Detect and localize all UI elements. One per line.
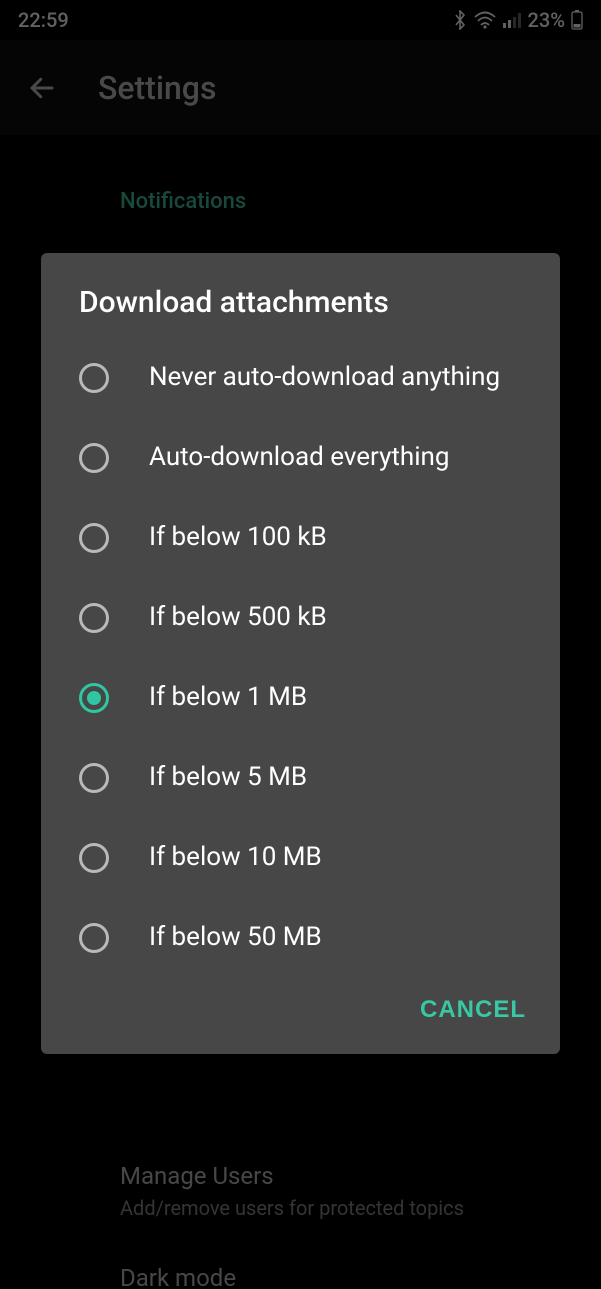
radio-icon[interactable] bbox=[79, 683, 109, 713]
dialog-options: Never auto-download anything Auto-downloa… bbox=[41, 338, 560, 978]
cancel-button[interactable]: CANCEL bbox=[420, 996, 526, 1024]
dialog-title: Download attachments bbox=[41, 285, 560, 338]
dialog-option[interactable]: If below 5 MB bbox=[45, 738, 556, 818]
option-label: Never auto-download anything bbox=[149, 361, 522, 395]
dialog-option[interactable]: If below 50 MB bbox=[45, 898, 556, 978]
option-label: If below 10 MB bbox=[149, 841, 522, 875]
dialog-actions: CANCEL bbox=[41, 978, 560, 1054]
dialog-option[interactable]: If below 10 MB bbox=[45, 818, 556, 898]
option-label: If below 100 kB bbox=[149, 521, 522, 555]
option-label: If below 500 kB bbox=[149, 601, 522, 635]
dialog-option[interactable]: If below 1 MB bbox=[45, 658, 556, 738]
radio-icon[interactable] bbox=[79, 763, 109, 793]
option-label: If below 1 MB bbox=[149, 681, 522, 715]
radio-icon[interactable] bbox=[79, 443, 109, 473]
modal-scrim[interactable]: Download attachments Never auto-download… bbox=[0, 0, 601, 1289]
dialog-option[interactable]: Never auto-download anything bbox=[45, 338, 556, 418]
radio-icon[interactable] bbox=[79, 843, 109, 873]
radio-icon[interactable] bbox=[79, 923, 109, 953]
option-label: If below 5 MB bbox=[149, 761, 522, 795]
radio-icon[interactable] bbox=[79, 363, 109, 393]
radio-icon[interactable] bbox=[79, 603, 109, 633]
option-label: Auto-download everything bbox=[149, 441, 522, 475]
dialog-option[interactable]: If below 500 kB bbox=[45, 578, 556, 658]
dialog-option[interactable]: Auto-download everything bbox=[45, 418, 556, 498]
option-label: If below 50 MB bbox=[149, 921, 522, 955]
dialog-option[interactable]: If below 100 kB bbox=[45, 498, 556, 578]
radio-icon[interactable] bbox=[79, 523, 109, 553]
download-attachments-dialog: Download attachments Never auto-download… bbox=[41, 253, 560, 1054]
